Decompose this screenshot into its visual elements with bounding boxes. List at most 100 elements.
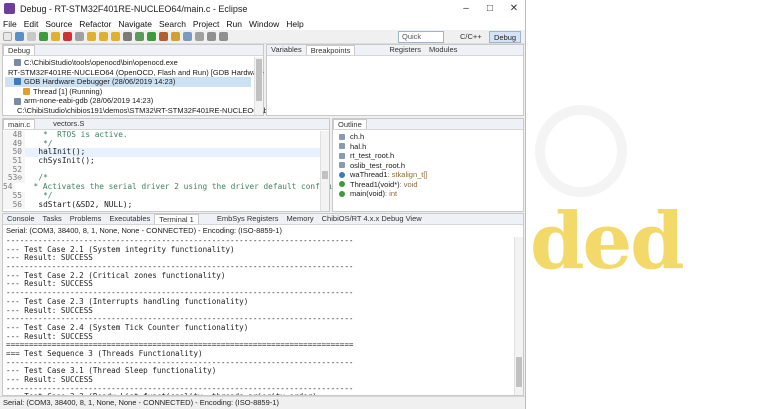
menu-search[interactable]: Search bbox=[159, 19, 186, 29]
variable-icon bbox=[339, 171, 345, 178]
new-icon[interactable] bbox=[3, 32, 12, 41]
variables-view: Variables Breakpoints Registers Modules bbox=[266, 44, 524, 116]
tab-modules[interactable]: Modules bbox=[425, 45, 461, 55]
step-over-icon[interactable] bbox=[99, 32, 108, 41]
annotation-icon[interactable] bbox=[195, 32, 204, 41]
step-into-icon[interactable] bbox=[87, 32, 96, 41]
outline-item[interactable]: main(void) : int bbox=[333, 189, 523, 199]
tab-executables[interactable]: Executables bbox=[105, 214, 154, 224]
debug-tree-row[interactable]: C:\ChibiStudio\tools\openocd\bin\openocd… bbox=[5, 58, 251, 68]
menu-edit[interactable]: Edit bbox=[24, 19, 39, 29]
debug-icon[interactable] bbox=[135, 32, 144, 41]
editor-scrollbar[interactable] bbox=[320, 131, 329, 211]
outline-item[interactable]: waThread1 : stkalign_t[] bbox=[333, 170, 523, 180]
terminal-output[interactable]: ----------------------------------------… bbox=[3, 237, 513, 395]
outline-item[interactable]: oslib_test_root.h bbox=[333, 161, 523, 171]
outline-view: Outline ch.h hal.h rt_test_root.h oslib_tes… bbox=[332, 118, 524, 212]
outline-item[interactable]: ch.h bbox=[333, 132, 523, 142]
debug-tree-label: GDB Hardware Debugger (28/06/2019 14:23) bbox=[24, 77, 176, 87]
code-area[interactable]: 48 * RTOS is active. 49 */50 halInit(); 51… bbox=[3, 130, 362, 211]
terminal-scrollbar[interactable] bbox=[514, 237, 523, 395]
search-icon[interactable] bbox=[183, 32, 192, 41]
terminate-icon[interactable] bbox=[63, 32, 72, 41]
window-title: Debug - RT-STM32F401RE-NUCLEO64/main.c -… bbox=[20, 3, 248, 14]
outline-label: Thread1(void*) bbox=[350, 179, 400, 189]
include-icon bbox=[339, 143, 345, 150]
menu-window[interactable]: Window bbox=[249, 19, 279, 29]
debug-tree-row[interactable]: RT-STM32F401RE-NUCLEO64 (OpenOCD, Flash … bbox=[5, 68, 304, 78]
close-icon[interactable]: ✕ bbox=[502, 0, 525, 17]
tab-registers[interactable]: Registers bbox=[385, 45, 425, 55]
terminal-scroll-thumb[interactable] bbox=[516, 357, 522, 387]
tab-tasks[interactable]: Tasks bbox=[39, 214, 66, 224]
background-text: ded bbox=[530, 196, 685, 287]
terminal-line: --- Test Case 3.2 (Ready List functional… bbox=[3, 393, 513, 395]
disconnect-icon[interactable] bbox=[75, 32, 84, 41]
tab-outline[interactable]: Outline bbox=[333, 119, 367, 129]
code-line[interactable]: 56 sdStart(&SD2, NULL); bbox=[3, 200, 321, 210]
debug-tree-row[interactable]: Thread [1] (Running) bbox=[5, 87, 251, 97]
tab-main-c[interactable]: main.c bbox=[3, 119, 36, 129]
back-icon[interactable] bbox=[207, 32, 216, 41]
open-folder-icon[interactable] bbox=[171, 32, 180, 41]
tab-memory[interactable]: Memory bbox=[283, 214, 318, 224]
debug-tree-row[interactable]: GDB Hardware Debugger (28/06/2019 14:23) bbox=[5, 77, 251, 87]
perspective-debug-button[interactable]: Debug bbox=[489, 31, 522, 43]
line-number: 56 bbox=[3, 200, 25, 210]
menu-help[interactable]: Help bbox=[286, 19, 303, 29]
menu-project[interactable]: Project bbox=[193, 19, 219, 29]
process-icon bbox=[14, 59, 21, 67]
tab-console[interactable]: Console bbox=[3, 214, 39, 224]
maximize-icon[interactable]: □ bbox=[478, 0, 502, 17]
menu-run[interactable]: Run bbox=[226, 19, 242, 29]
tab-vectors-s[interactable]: vectors.S bbox=[49, 119, 88, 129]
perspective-cc-button[interactable]: C/C++ bbox=[456, 31, 486, 43]
editor-scroll-thumb[interactable] bbox=[322, 171, 328, 179]
outline-type: : stkalign_t[] bbox=[387, 170, 428, 179]
code-line[interactable]: 51 chSysInit(); bbox=[3, 156, 321, 166]
suspend-icon[interactable] bbox=[51, 32, 60, 41]
outline-tree: ch.h hal.h rt_test_root.h oslib_test_root.h… bbox=[333, 132, 523, 199]
function-icon bbox=[339, 190, 345, 197]
menu-navigate[interactable]: Navigate bbox=[118, 19, 152, 29]
outline-item[interactable]: hal.h bbox=[333, 142, 523, 152]
menu-bar: File Edit Source Refactor Navigate Searc… bbox=[0, 17, 525, 30]
save-icon[interactable] bbox=[15, 32, 24, 41]
debug-tree-row[interactable]: arm-none-eabi-gdb (28/06/2019 14:23) bbox=[5, 96, 251, 106]
outline-item[interactable]: Thread1(void*) : void bbox=[333, 180, 523, 190]
outline-item[interactable]: rt_test_root.h bbox=[333, 151, 523, 161]
tab-chibios-debug[interactable]: ChibiOS/RT 4.x.x Debug View bbox=[318, 214, 426, 224]
debugger-icon bbox=[14, 78, 21, 86]
outline-label: oslib_test_root.h bbox=[350, 160, 406, 170]
debug-tree-row[interactable]: C:\ChibiStudio\chibios191\demos\STM32\RT… bbox=[5, 106, 300, 116]
eclipse-icon bbox=[4, 3, 15, 14]
resume-icon[interactable] bbox=[39, 32, 48, 41]
screen: ded Debug - RT-STM32F401RE-NUCLEO64/main… bbox=[0, 0, 768, 409]
variables-view-tabbar: Variables Breakpoints Registers Modules bbox=[267, 45, 523, 56]
print-icon[interactable] bbox=[27, 32, 36, 41]
menu-source[interactable]: Source bbox=[45, 19, 72, 29]
terminal-status: Serial: (COM3, 38400, 8, 1, None, None -… bbox=[6, 226, 282, 235]
code-line[interactable]: 52 bbox=[3, 165, 321, 175]
tab-embsys-registers[interactable]: EmbSys Registers bbox=[213, 214, 283, 224]
external-tools-icon[interactable] bbox=[159, 32, 168, 41]
instruction-step-icon[interactable] bbox=[123, 32, 132, 41]
tab-problems[interactable]: Problems bbox=[66, 214, 106, 224]
step-return-icon[interactable] bbox=[111, 32, 120, 41]
menu-refactor[interactable]: Refactor bbox=[79, 19, 111, 29]
debug-scroll-thumb[interactable] bbox=[256, 59, 262, 101]
menu-file[interactable]: File bbox=[3, 19, 17, 29]
debug-scrollbar[interactable] bbox=[254, 57, 263, 115]
outline-label: rt_test_root.h bbox=[350, 151, 395, 160]
main-toolbar bbox=[0, 30, 525, 44]
tab-terminal[interactable]: Terminal 1 bbox=[154, 214, 199, 224]
outline-label: waThread1 bbox=[350, 170, 388, 179]
tab-variables[interactable]: Variables bbox=[267, 45, 306, 55]
function-icon bbox=[339, 181, 345, 188]
run-icon[interactable] bbox=[147, 32, 156, 41]
minimize-icon[interactable]: – bbox=[454, 0, 478, 17]
tab-breakpoints[interactable]: Breakpoints bbox=[305, 45, 356, 55]
forward-icon[interactable] bbox=[219, 32, 228, 41]
tab-debug[interactable]: Debug bbox=[3, 45, 36, 55]
quick-access-field[interactable]: Quick Access bbox=[398, 31, 444, 51]
